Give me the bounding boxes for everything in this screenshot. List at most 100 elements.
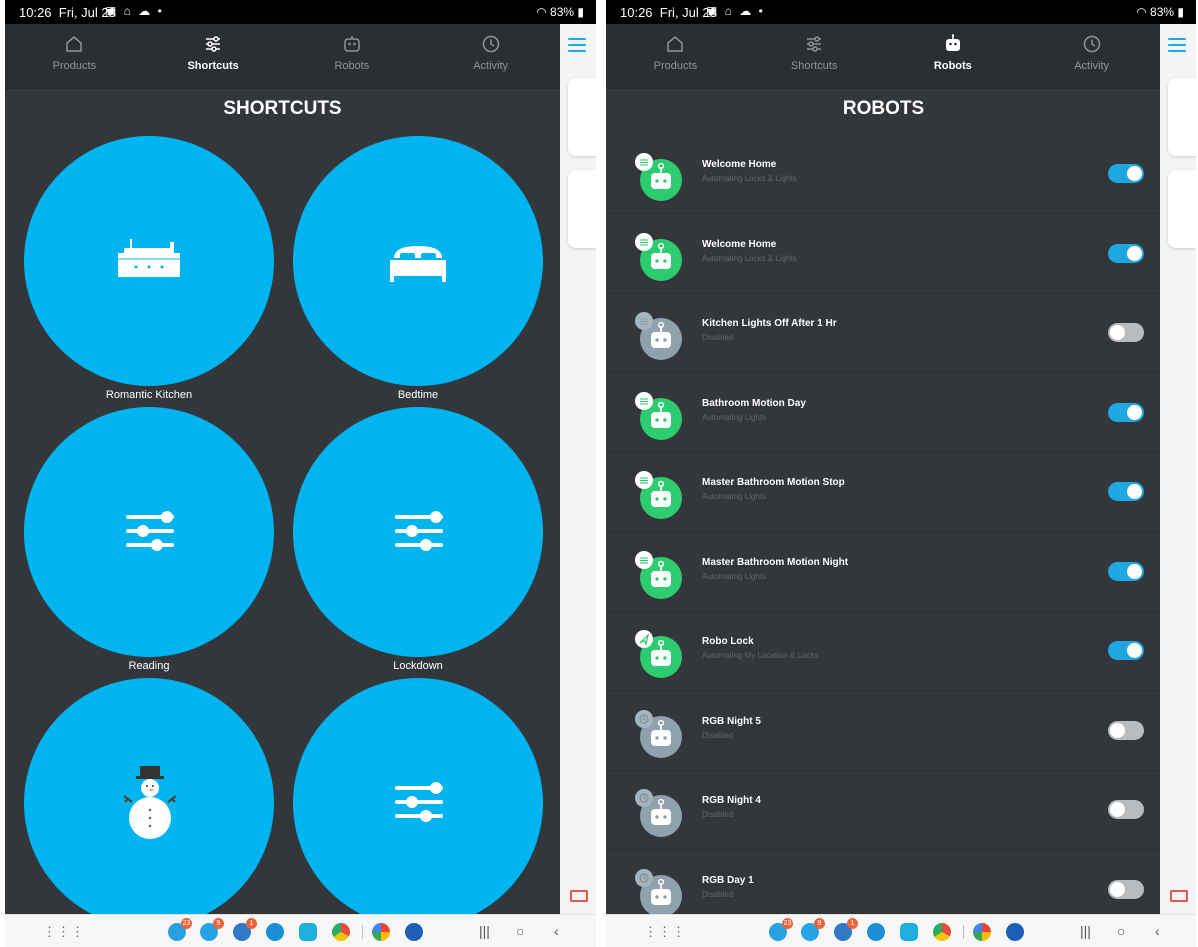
robot-toggle[interactable] bbox=[1108, 800, 1144, 819]
photos-app-icon[interactable] bbox=[973, 923, 991, 941]
robot-avatar-icon bbox=[635, 710, 682, 758]
home-button[interactable]: ○ bbox=[516, 923, 524, 939]
side-card[interactable] bbox=[1168, 78, 1196, 156]
robot-toggle[interactable] bbox=[1108, 403, 1144, 422]
fan-app-icon[interactable] bbox=[266, 923, 284, 941]
robot-status: Automating Lights bbox=[702, 492, 767, 501]
robot-row[interactable]: RGB Night 4 Disabled bbox=[606, 770, 1161, 850]
tab-products[interactable]: Products bbox=[5, 24, 144, 88]
robot-status: Automating Locks & Lights bbox=[702, 174, 797, 183]
robot-toggle[interactable] bbox=[1108, 641, 1144, 660]
tab-activity[interactable]: Activity bbox=[421, 24, 560, 88]
camera-app-icon[interactable] bbox=[900, 923, 918, 941]
toggle-knob bbox=[1127, 166, 1142, 181]
home-app-icon[interactable]: 9 bbox=[200, 918, 224, 941]
robot-name: Welcome Home bbox=[702, 239, 777, 250]
system-nav-bar: ⋮⋮⋮ 23 9 1 ||| ○ ‹ bbox=[606, 914, 1196, 947]
water-app-icon[interactable]: 1 bbox=[233, 918, 257, 941]
back-button[interactable]: ‹ bbox=[554, 923, 559, 939]
home-icon bbox=[667, 36, 684, 52]
robot-row[interactable]: Welcome Home Automating Locks & Lights bbox=[606, 214, 1161, 294]
robot-row[interactable]: Robo Lock Automating My Location & Locks bbox=[606, 611, 1161, 691]
globe-app-icon[interactable] bbox=[1006, 923, 1024, 941]
robot-name: Welcome Home bbox=[702, 159, 777, 170]
status-time: 10:26 bbox=[620, 5, 653, 20]
tab-products[interactable]: Products bbox=[606, 24, 745, 88]
clock-icon bbox=[1083, 35, 1100, 53]
tab-shortcuts[interactable]: Shortcuts bbox=[745, 24, 884, 88]
robot-row[interactable]: Kitchen Lights Off After 1 Hr Disabled bbox=[606, 293, 1161, 373]
robot-name: RGB Night 4 bbox=[702, 795, 761, 806]
home-app-icon[interactable]: 9 bbox=[801, 918, 825, 941]
sliders-icon bbox=[807, 36, 822, 52]
robot-row[interactable]: Master Bathroom Motion Stop Automating Li… bbox=[606, 452, 1161, 532]
shortcut-sliders[interactable] bbox=[293, 678, 543, 914]
robot-toggle[interactable] bbox=[1108, 721, 1144, 740]
camera-app-icon[interactable] bbox=[299, 923, 317, 941]
sliders-icon bbox=[206, 36, 221, 52]
battery-icon: ▮ bbox=[1177, 5, 1184, 19]
shortcut-circle[interactable] bbox=[24, 136, 274, 386]
toggle-knob bbox=[1127, 246, 1142, 261]
robot-name: Master Bathroom Motion Stop bbox=[702, 477, 845, 488]
hamburger-menu-icon[interactable] bbox=[1168, 38, 1186, 56]
side-card[interactable] bbox=[568, 78, 596, 156]
shortcut-lockdown[interactable]: Lockdown bbox=[293, 407, 543, 672]
shortcut-label: Lockdown bbox=[393, 660, 443, 672]
water-app-icon[interactable]: 1 bbox=[834, 918, 858, 941]
robot-toggle[interactable] bbox=[1108, 880, 1144, 899]
shortcut-reading[interactable]: Reading bbox=[24, 407, 274, 672]
robot-row[interactable]: Master Bathroom Motion Night Automating L… bbox=[606, 532, 1161, 612]
robot-toggle[interactable] bbox=[1108, 244, 1144, 263]
robot-toggle[interactable] bbox=[1108, 164, 1144, 183]
robot-avatar-icon bbox=[635, 789, 682, 837]
photos-app-icon[interactable] bbox=[372, 923, 390, 941]
shortcut-bedtime[interactable]: Bedtime bbox=[293, 136, 543, 401]
toggle-knob bbox=[1110, 325, 1125, 340]
robot-toggle[interactable] bbox=[1108, 323, 1144, 342]
back-button[interactable]: ‹ bbox=[1155, 923, 1160, 939]
robot-row[interactable]: Bathroom Motion Day Automating Lights bbox=[606, 373, 1161, 453]
side-card[interactable] bbox=[568, 170, 596, 248]
shortcut-label: Romantic Kitchen bbox=[105, 389, 193, 401]
chrome-icon[interactable] bbox=[933, 923, 951, 941]
messages-app-icon[interactable]: 23 bbox=[769, 918, 793, 941]
robot-row[interactable]: RGB Night 5 Disabled bbox=[606, 691, 1161, 771]
shortcut-circle[interactable] bbox=[24, 678, 274, 914]
shortcut-circle[interactable] bbox=[293, 678, 543, 914]
tab-robots[interactable]: Robots bbox=[283, 24, 422, 88]
hamburger-menu-icon[interactable] bbox=[568, 38, 586, 56]
system-nav-bar: ⋮⋮⋮ 23 9 1 ||| ○ ‹ bbox=[5, 914, 596, 947]
side-card[interactable] bbox=[1168, 170, 1196, 248]
shortcut-circle[interactable] bbox=[24, 407, 274, 657]
shortcut-snowman[interactable] bbox=[24, 678, 274, 914]
robot-toggle[interactable] bbox=[1108, 562, 1144, 581]
robot-toggle[interactable] bbox=[1108, 482, 1144, 501]
recent-apps-button[interactable]: ||| bbox=[479, 923, 490, 939]
robot-row[interactable]: RGB Day 1 Disabled bbox=[606, 850, 1161, 914]
messages-app-icon[interactable]: 23 bbox=[168, 918, 192, 941]
tab-activity[interactable]: Activity bbox=[1022, 24, 1161, 88]
toggle-knob bbox=[1127, 484, 1142, 499]
home-button[interactable]: ○ bbox=[1117, 923, 1125, 939]
recent-apps-button[interactable]: ||| bbox=[1080, 923, 1091, 939]
tab-robots[interactable]: Robots bbox=[884, 24, 1023, 88]
shortcut-label: Reading bbox=[128, 660, 170, 672]
globe-app-icon[interactable] bbox=[405, 923, 423, 941]
app-drawer-icon[interactable]: ⋮⋮⋮ bbox=[644, 924, 686, 940]
shortcut-circle[interactable] bbox=[293, 136, 543, 386]
robot-name: RGB Day 1 bbox=[702, 875, 754, 886]
status-bar: 10:26 Fri, Jul 28 ▣ ⌂ ☁ • ◠ 83% ▮ bbox=[606, 0, 1196, 24]
robot-row[interactable]: Welcome Home Automating Locks & Lights bbox=[606, 134, 1161, 214]
side-panel bbox=[1160, 24, 1196, 914]
fan-app-icon[interactable] bbox=[867, 923, 885, 941]
chrome-icon[interactable] bbox=[332, 923, 350, 941]
tab-shortcuts-label: Shortcuts bbox=[187, 60, 239, 72]
tab-products-label: Products bbox=[52, 60, 97, 72]
shortcut-circle[interactable] bbox=[293, 407, 543, 657]
toggle-knob bbox=[1110, 802, 1125, 817]
app-drawer-icon[interactable]: ⋮⋮⋮ bbox=[43, 924, 85, 940]
shortcut-romantic-kitchen[interactable]: Romantic Kitchen bbox=[24, 136, 274, 401]
robot-avatar-icon bbox=[635, 392, 682, 440]
tab-shortcuts[interactable]: Shortcuts bbox=[144, 24, 283, 88]
